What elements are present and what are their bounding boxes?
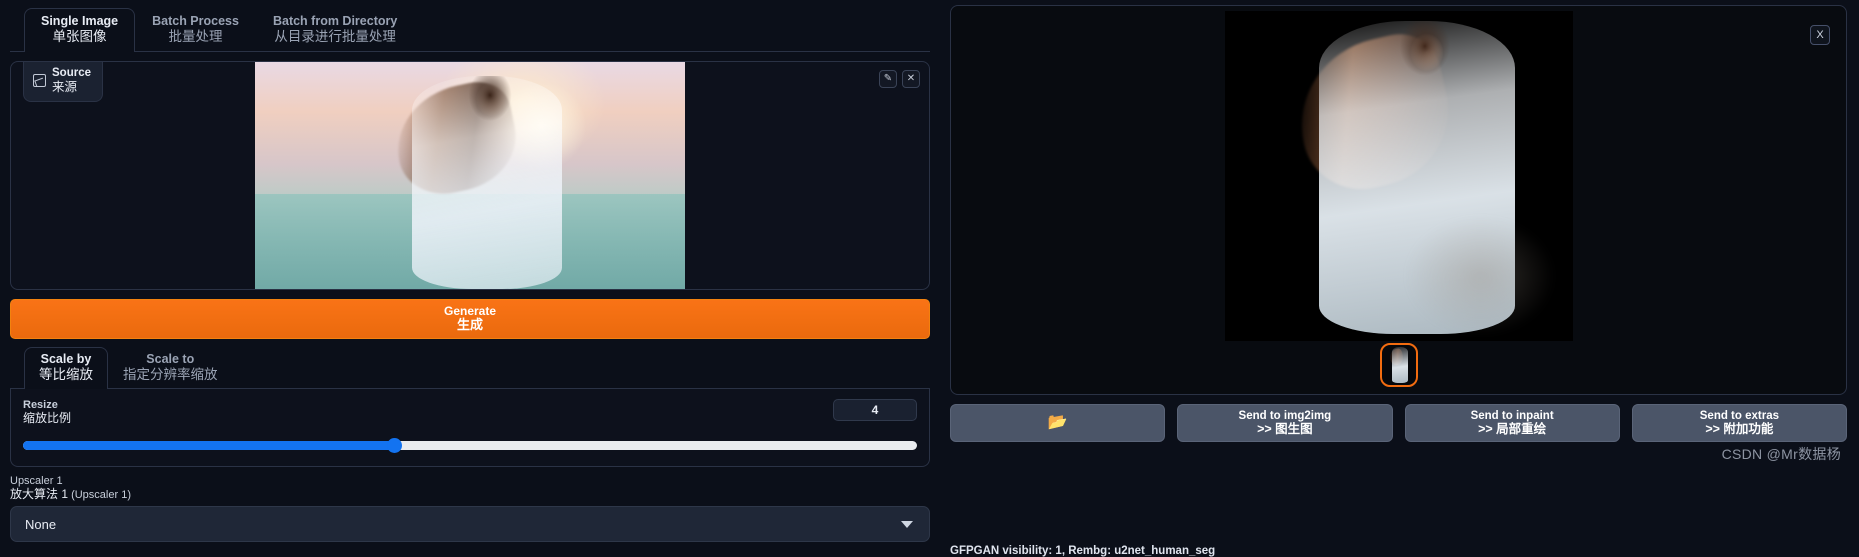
- tab-single-image-label-en: Single Image: [41, 14, 119, 29]
- tab-batch-from-directory-label-en: Batch from Directory: [272, 14, 398, 29]
- image-icon: [33, 74, 46, 88]
- source-image-panel[interactable]: Source 来源 ✎ ✕: [10, 61, 930, 290]
- tab-batch-process-label-cn: 批量处理: [168, 29, 223, 45]
- extras-upscale-app: Single Image 单张图像 Batch Process 批量处理 Bat…: [0, 0, 1859, 557]
- tab-single-image[interactable]: Single Image 单张图像: [24, 8, 136, 52]
- result-art-smoke: [1405, 215, 1556, 336]
- send-to-extras-label-cn: >> 附加功能: [1705, 422, 1774, 437]
- tab-scale-to-label-cn: 指定分辨率缩放: [123, 367, 218, 383]
- tab-scale-to[interactable]: Scale to 指定分辨率缩放: [108, 347, 233, 388]
- tab-batch-process-label-en: Batch Process: [152, 14, 239, 29]
- resize-label-cn: 缩放比例: [23, 410, 72, 425]
- send-to-img2img-label-en: Send to img2img: [1238, 409, 1332, 422]
- source-image-toolbar: ✎ ✕: [879, 70, 920, 88]
- thumb-art-figure: [1391, 347, 1408, 383]
- resize-label: Resize 缩放比例: [23, 399, 917, 425]
- upscaler-label: Upscaler 1 放大算法 1 (Upscaler 1): [10, 475, 930, 501]
- upscaler-label-cn: 放大算法 1 (Upscaler 1): [10, 486, 930, 502]
- result-image[interactable]: [1224, 11, 1573, 341]
- source-image-container: [11, 62, 929, 289]
- source-image[interactable]: [255, 62, 685, 289]
- tab-scale-to-label-en: Scale to: [146, 352, 195, 367]
- upscaler-label-cn-text: 放大算法 1: [10, 486, 69, 501]
- tab-single-image-label-cn: 单张图像: [52, 29, 107, 45]
- resize-slider-fill: [23, 441, 394, 450]
- send-to-inpaint-label-cn: >> 局部重绘: [1478, 422, 1547, 437]
- generation-status-text: GFPGAN visibility: 1, Rembg: u2net_human…: [950, 545, 1216, 557]
- source-tab-badge[interactable]: Source 来源: [23, 62, 103, 102]
- upscaler-1-select[interactable]: None: [10, 506, 930, 543]
- tab-scale-by-label-en: Scale by: [40, 352, 92, 367]
- source-artwork: [255, 62, 685, 289]
- close-icon[interactable]: ✕: [902, 70, 920, 88]
- upscaler-label-cn-paren: (Upscaler 1): [68, 488, 131, 501]
- upscaler-section: Upscaler 1 放大算法 1 (Upscaler 1) None: [10, 475, 930, 543]
- mode-tab-bar: Single Image 单张图像 Batch Process 批量处理 Bat…: [10, 0, 930, 52]
- send-to-img2img-button[interactable]: Send to img2img >> 图生图: [1177, 404, 1393, 442]
- csdn-watermark: CSDN @Mr数据杨: [1721, 446, 1841, 462]
- resize-section: Resize 缩放比例 4: [10, 389, 930, 467]
- result-action-buttons: 📂 Send to img2img >> 图生图 Send to inpaint…: [950, 404, 1847, 442]
- tab-scale-by-label-cn: 等比缩放: [39, 367, 93, 383]
- resize-slider[interactable]: [23, 438, 917, 453]
- generate-label-cn: 生成: [456, 317, 483, 333]
- source-label-cn: 来源: [52, 80, 78, 95]
- source-label-en: Source: [52, 67, 91, 79]
- resize-value-input[interactable]: 4: [833, 399, 917, 421]
- source-art-figure: [412, 75, 562, 289]
- generate-button[interactable]: Generate 生成: [10, 299, 930, 339]
- send-to-inpaint-label-en: Send to inpaint: [1470, 409, 1554, 422]
- result-thumbnail-strip: [1379, 343, 1418, 387]
- resize-slider-thumb[interactable]: [386, 438, 402, 453]
- tab-scale-by[interactable]: Scale by 等比缩放: [24, 347, 108, 389]
- result-artwork: [1224, 11, 1573, 341]
- source-tab-text: Source 来源: [52, 67, 91, 95]
- tab-batch-process[interactable]: Batch Process 批量处理: [135, 8, 256, 51]
- send-to-inpaint-button[interactable]: Send to inpaint >> 局部重绘: [1404, 404, 1620, 442]
- send-to-img2img-label-cn: >> 图生图: [1257, 422, 1313, 437]
- left-panel: Single Image 单张图像 Batch Process 批量处理 Bat…: [0, 0, 940, 557]
- send-to-extras-button[interactable]: Send to extras >> 附加功能: [1631, 404, 1847, 442]
- upscaler-1-selected-value: None: [25, 516, 57, 532]
- send-to-extras-label-en: Send to extras: [1699, 409, 1779, 422]
- right-panel: X 📂 Send to img2img >> 图生图 Send to inpai…: [940, 0, 1859, 557]
- result-thumbnail-artwork: [1381, 345, 1416, 385]
- open-folder-button[interactable]: 📂: [950, 404, 1166, 442]
- scale-tab-bar: Scale by 等比缩放 Scale to 指定分辨率缩放: [10, 347, 930, 389]
- tab-batch-from-directory[interactable]: Batch from Directory 从目录进行批量处理: [256, 8, 414, 51]
- folder-icon: 📂: [1047, 414, 1068, 431]
- resize-label-en: Resize: [23, 399, 58, 411]
- result-close-icon[interactable]: X: [1810, 25, 1830, 45]
- pencil-icon[interactable]: ✎: [879, 70, 897, 88]
- result-image-panel: X: [950, 5, 1847, 395]
- result-thumbnail[interactable]: [1379, 343, 1418, 387]
- upscaler-label-en: Upscaler 1: [10, 475, 63, 487]
- tab-batch-from-directory-label-cn: 从目录进行批量处理: [274, 29, 396, 45]
- chevron-down-icon: [901, 521, 913, 529]
